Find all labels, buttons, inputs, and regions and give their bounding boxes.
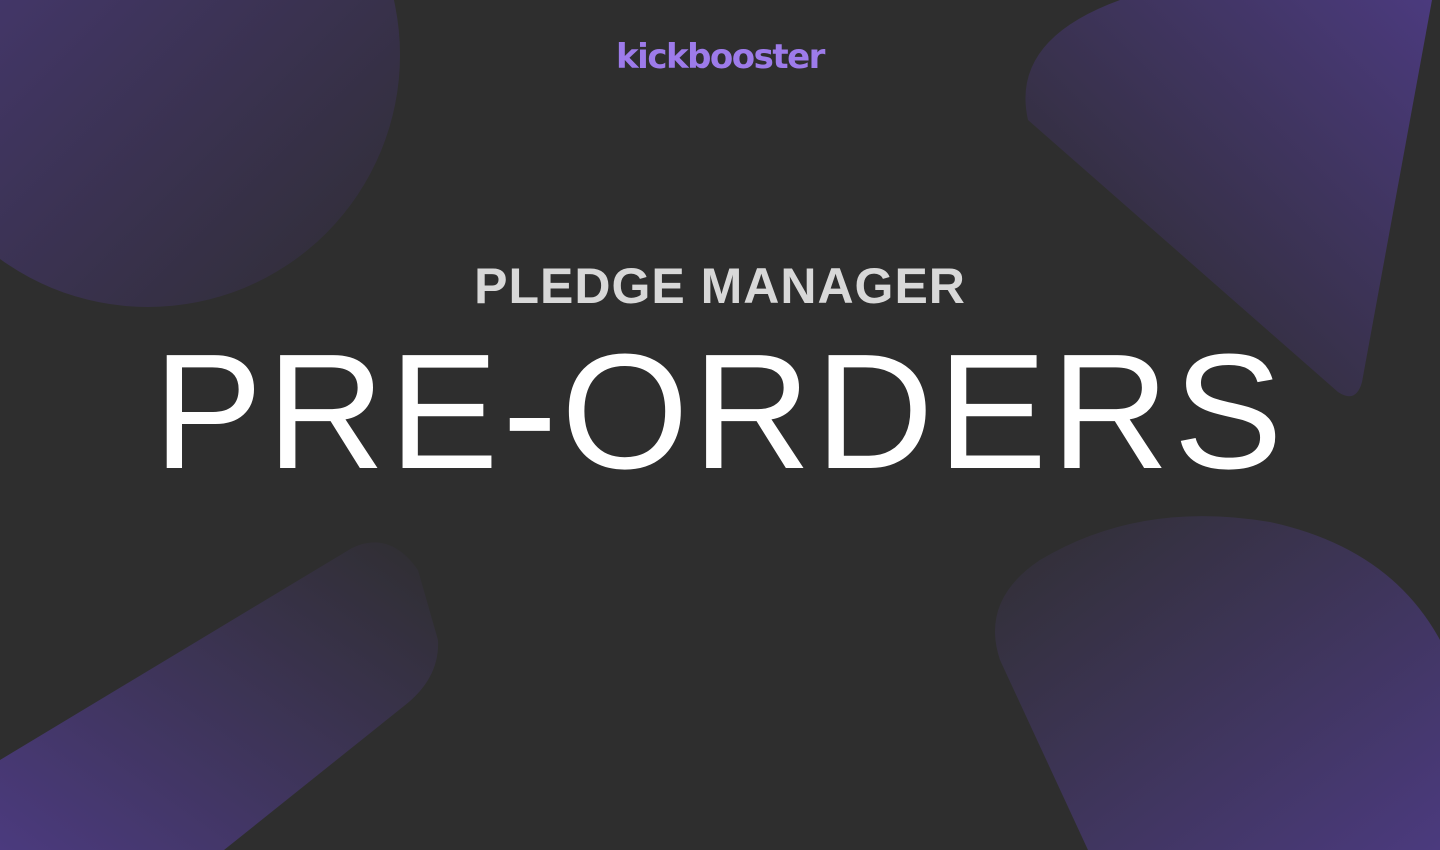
decorative-shape-bottom-right [995,516,1440,850]
page-title: PRE-ORDERS [153,320,1287,503]
decorative-bar-bottom-left [0,542,439,850]
kickbooster-logo[interactable]: kickbooster [0,34,1440,80]
page-subtitle: PLEDGE MANAGER [474,258,966,314]
page: kickbooster PLEDGE MANAGER PRE-ORDERS [0,0,1440,850]
